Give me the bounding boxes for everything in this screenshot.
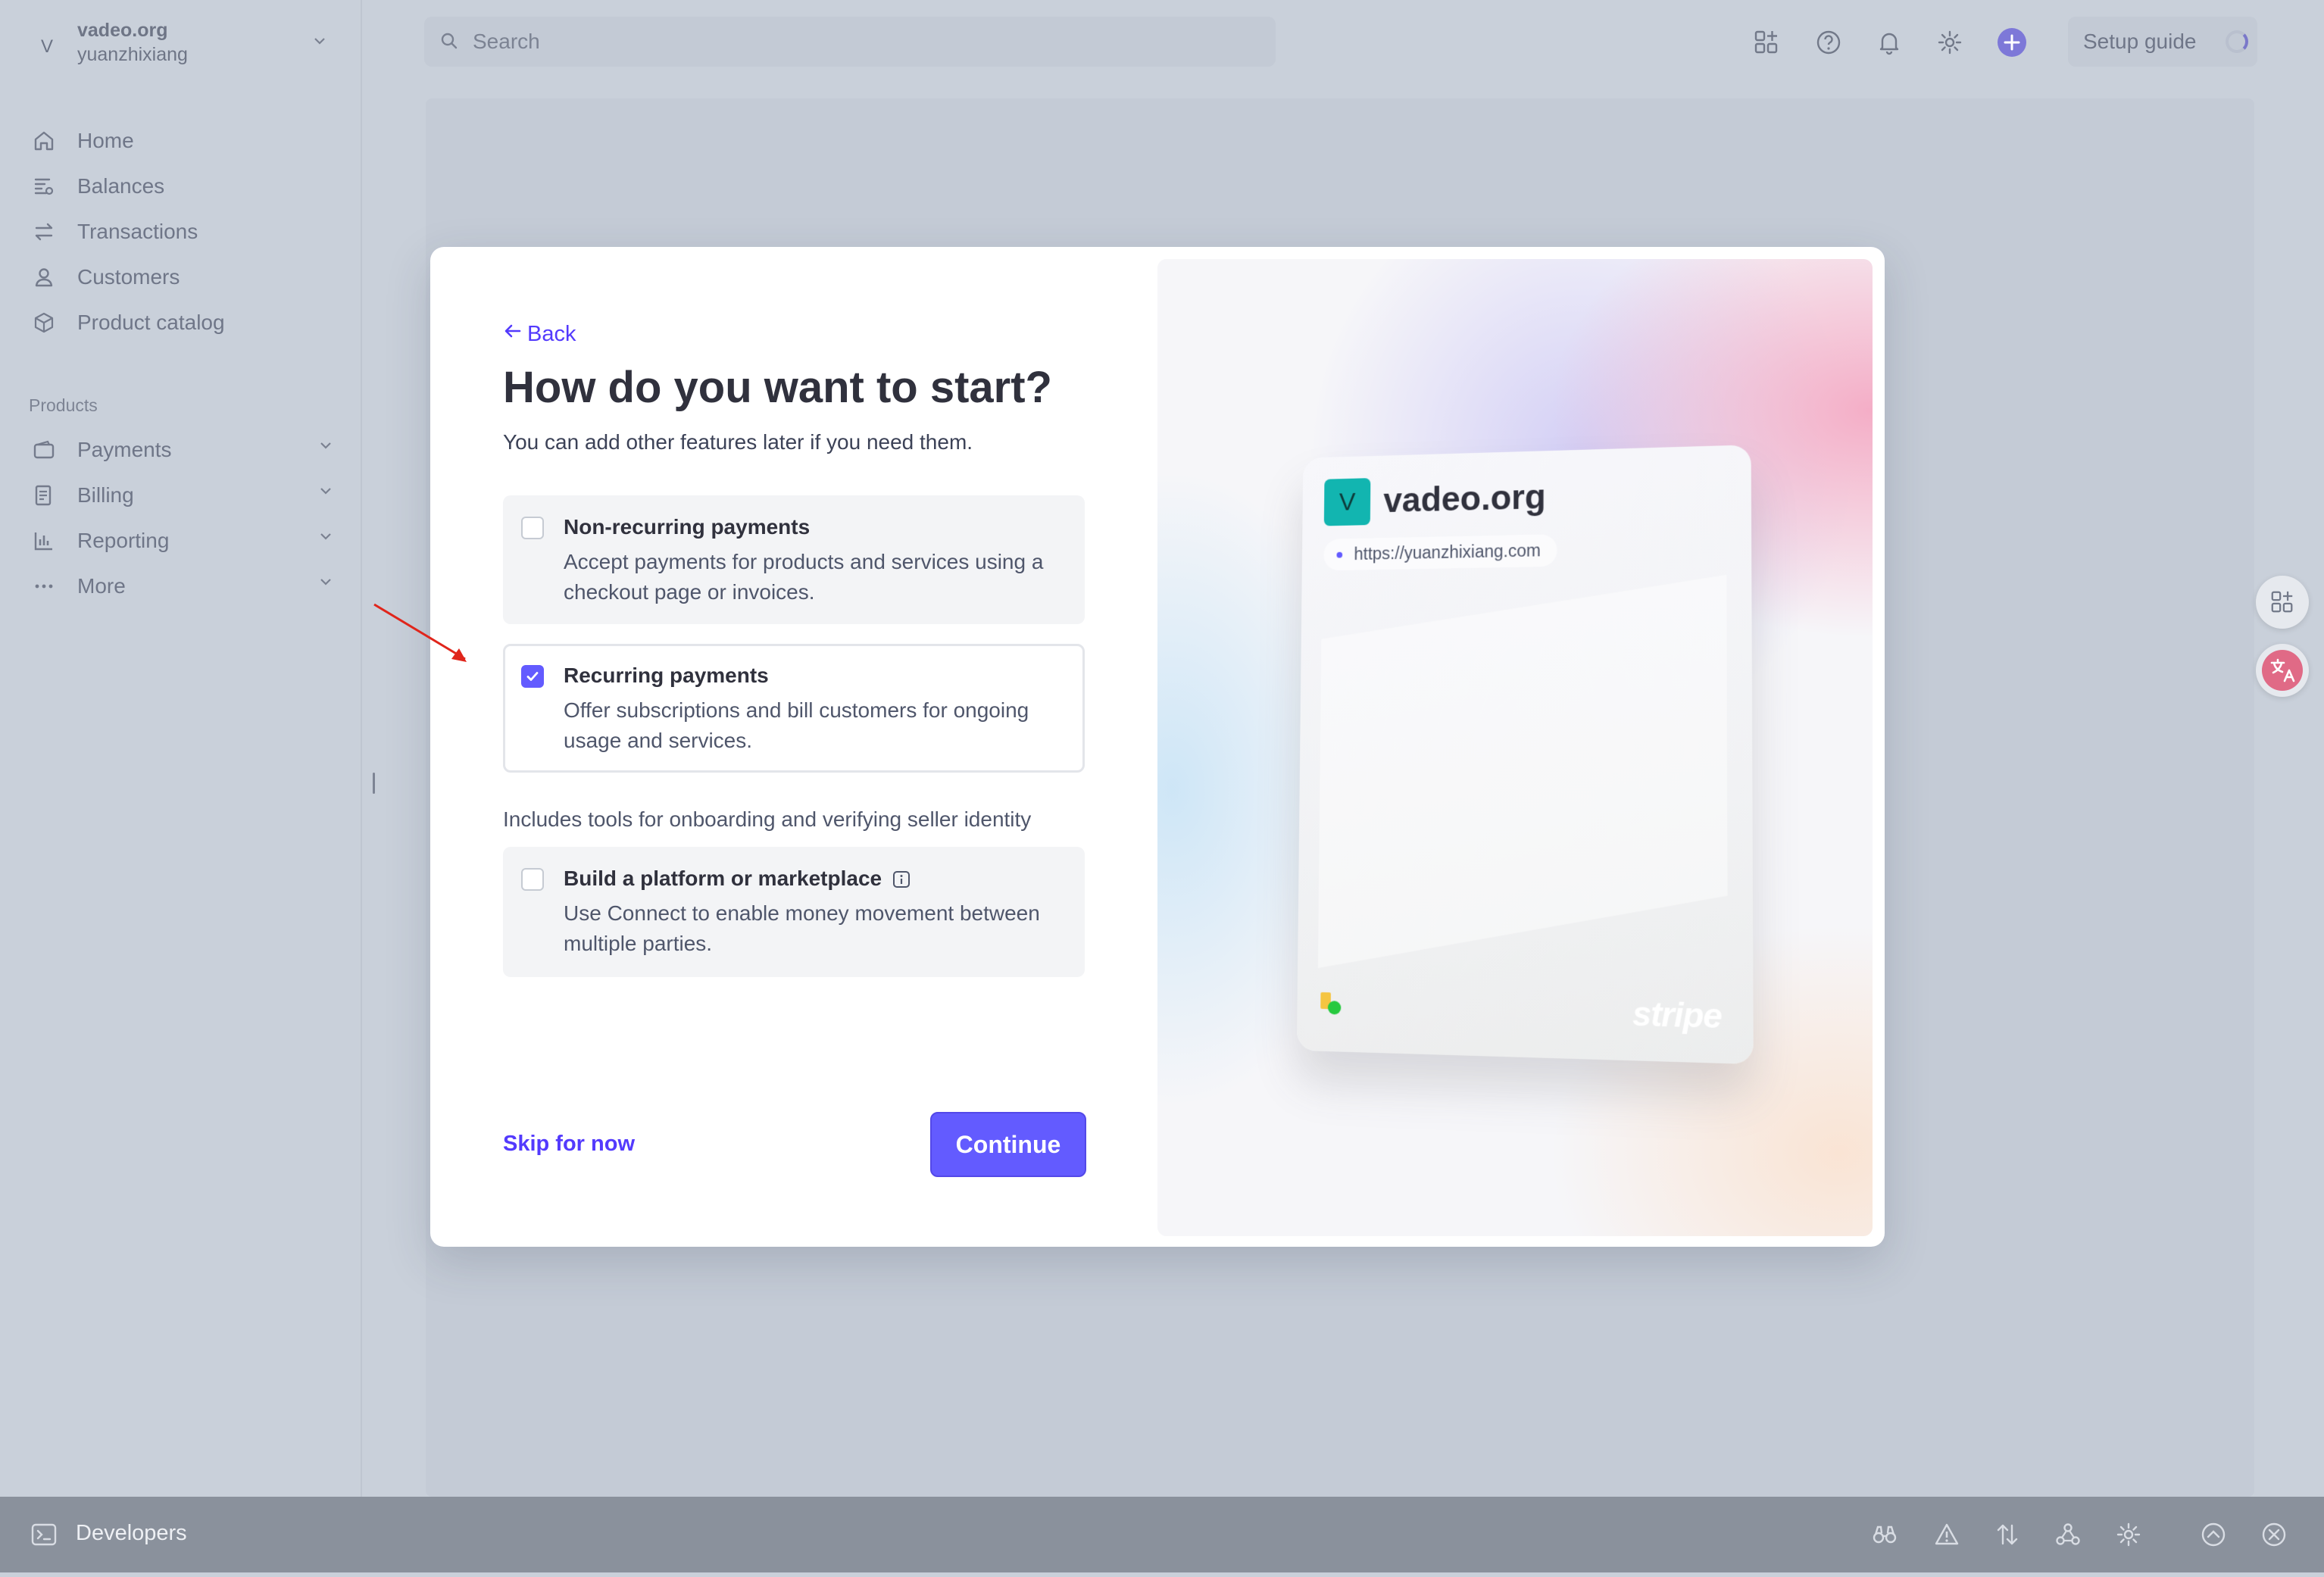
product-catalog-icon [30, 309, 58, 336]
sidebar-item-more[interactable]: More [30, 568, 333, 604]
chevron-down-icon [308, 30, 332, 55]
search-input[interactable] [471, 29, 1156, 55]
warning-icon[interactable] [1932, 1519, 1962, 1550]
option-title: Build a platform or marketplace [564, 867, 882, 891]
home-icon [30, 127, 58, 155]
more-icon [30, 573, 58, 600]
option-non-recurring-payments[interactable]: Non-recurring payments Accept payments f… [503, 495, 1085, 624]
onboarding-modal: Back How do you want to start? You can a… [430, 247, 1885, 1247]
preview-url: https://yuanzhixiang.com [1354, 541, 1541, 564]
translate-icon [2261, 649, 2304, 692]
preview-sheet [1318, 575, 1728, 977]
option-recurring-payments[interactable]: Recurring payments Offer subscriptions a… [503, 644, 1085, 773]
account-name: vadeo.org [77, 20, 167, 42]
help-icon[interactable] [1813, 27, 1844, 58]
expand-icon[interactable] [2198, 1519, 2229, 1550]
option-description: Offer subscriptions and bill customers f… [564, 695, 1071, 756]
close-icon[interactable] [2259, 1519, 2289, 1550]
apps-floating-button[interactable] [2256, 576, 2309, 629]
search-bar[interactable] [424, 17, 1276, 67]
reporting-icon [30, 527, 58, 554]
sidebar-item-label: Payments [77, 438, 172, 462]
chevron-down-icon [318, 438, 333, 457]
account-switcher[interactable]: V vadeo.org yuanzhixiang [29, 15, 332, 70]
setup-guide-label: Setup guide [2083, 30, 2196, 54]
option-title: Non-recurring payments [564, 515, 810, 539]
account-preview-illustration: V vadeo.org https://yuanzhixiang.com str… [1157, 259, 1873, 1236]
setup-guide-button[interactable]: Setup guide [2068, 17, 2257, 67]
notifications-icon[interactable] [1874, 27, 1904, 58]
transactions-icon [30, 218, 58, 245]
option-checkbox[interactable] [521, 868, 544, 891]
option-description: Use Connect to enable money movement bet… [564, 898, 1071, 959]
progress-ring-icon [2226, 30, 2248, 53]
back-link[interactable]: Back [503, 321, 576, 347]
sidebar-item-billing[interactable]: Billing [30, 477, 333, 514]
billing-icon [30, 482, 58, 509]
chevron-down-icon [318, 483, 333, 503]
sidebar: V vadeo.org yuanzhixiang Home Balances T… [0, 0, 362, 1497]
webhooks-icon[interactable] [2053, 1519, 2083, 1550]
sidebar-item-label: Billing [77, 483, 134, 507]
modal-subtitle: You can add other features later if you … [503, 430, 973, 454]
option-checkbox[interactable] [521, 517, 544, 539]
section-label-products: Products [29, 395, 98, 416]
sort-icon[interactable] [1992, 1519, 2023, 1550]
sidebar-resize-handle[interactable] [373, 773, 375, 794]
dot-icon [1336, 552, 1342, 558]
sidebar-item-product-catalog[interactable]: Product catalog [30, 304, 333, 341]
sidebar-item-customers[interactable]: Customers [30, 259, 333, 295]
sidebar-item-label: Transactions [77, 220, 198, 244]
back-label: Back [527, 322, 576, 347]
developers-bar[interactable]: Developers [0, 1497, 2324, 1572]
modal-title: How do you want to start? [503, 362, 1052, 413]
inspect-icon[interactable] [1870, 1519, 1900, 1550]
arrow-left-icon [503, 321, 523, 347]
stripe-logo: stripe [1632, 995, 1722, 1037]
checkmark-icon [525, 669, 540, 684]
search-icon [439, 31, 461, 52]
sidebar-item-label: Balances [77, 174, 164, 198]
customers-icon [30, 264, 58, 291]
preview-url-pill: https://yuanzhixiang.com [1323, 534, 1557, 570]
platform-note: Includes tools for onboarding and verify… [503, 807, 1031, 832]
option-platform-marketplace[interactable]: Build a platform or marketplace Use Conn… [503, 847, 1085, 977]
sidebar-item-label: Product catalog [77, 311, 225, 335]
annotation-arrow-icon [370, 598, 483, 674]
option-title-row: Build a platform or marketplace [564, 867, 911, 891]
account-avatar: V [29, 29, 65, 65]
settings-icon[interactable] [2113, 1519, 2144, 1550]
sidebar-item-reporting[interactable]: Reporting [30, 523, 333, 559]
sidebar-item-label: More [77, 574, 126, 598]
continue-button[interactable]: Continue [930, 1112, 1086, 1177]
info-icon[interactable] [892, 870, 911, 888]
option-description: Accept payments for products and service… [564, 547, 1071, 607]
sidebar-item-label: Home [77, 129, 134, 153]
account-user: yuanzhixiang [77, 44, 188, 66]
preview-logo: V [1324, 478, 1371, 526]
translate-floating-button[interactable] [2256, 644, 2309, 697]
apps-icon[interactable] [1751, 27, 1782, 58]
payments-icon [30, 436, 58, 464]
chevron-down-icon [318, 574, 333, 594]
skip-for-now-link[interactable]: Skip for now [503, 1132, 635, 1157]
apps-icon [2269, 589, 2295, 615]
status-dot-icon [1319, 991, 1344, 1017]
sidebar-item-label: Customers [77, 265, 180, 289]
chevron-down-icon [318, 529, 333, 548]
balances-icon [30, 173, 58, 200]
sidebar-item-transactions[interactable]: Transactions [30, 214, 333, 250]
sidebar-item-label: Reporting [77, 529, 169, 553]
sidebar-item-balances[interactable]: Balances [30, 168, 333, 205]
create-icon[interactable] [1997, 27, 2027, 58]
option-title: Recurring payments [564, 664, 769, 688]
settings-icon[interactable] [1935, 27, 1965, 58]
sidebar-item-home[interactable]: Home [30, 123, 333, 159]
developers-label: Developers [76, 1521, 187, 1546]
preview-account-name: vadeo.org [1383, 476, 1546, 520]
terminal-icon [30, 1521, 58, 1548]
sidebar-item-payments[interactable]: Payments [30, 432, 333, 468]
preview-card: V vadeo.org https://yuanzhixiang.com str… [1297, 445, 1754, 1064]
option-checkbox-checked[interactable] [521, 665, 544, 688]
